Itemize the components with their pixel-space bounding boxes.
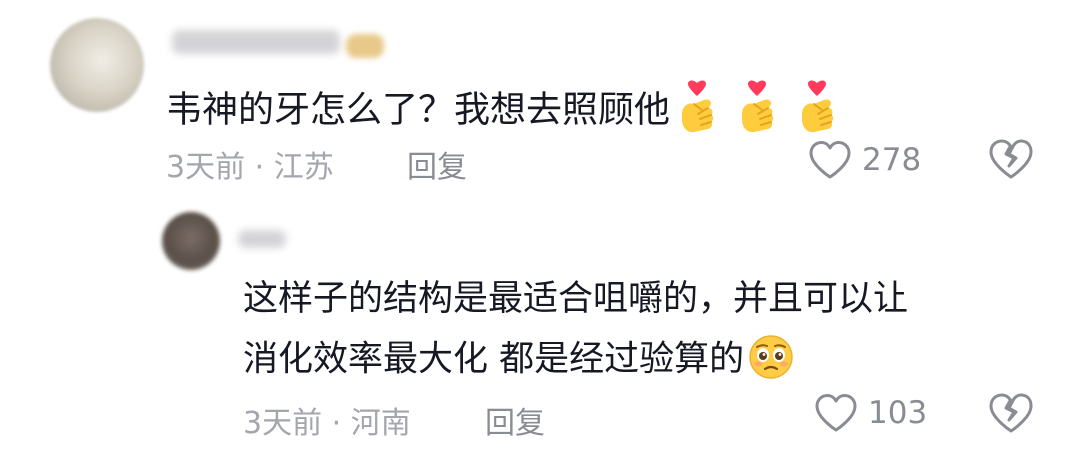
reply-dislike-button[interactable] — [988, 392, 1034, 438]
finger-heart-emoji — [794, 80, 840, 143]
comment-content: 韦神的牙怎么了？我想去照顾他 — [166, 80, 840, 143]
comment-time-location: 3天前 · 江苏 — [166, 150, 334, 185]
reply-button[interactable]: 回复 — [407, 142, 467, 186]
like-button[interactable]: 278 — [808, 140, 921, 180]
reply-avatar[interactable] — [162, 212, 220, 270]
dislike-button[interactable] — [988, 138, 1034, 184]
heart-outline-icon — [809, 141, 851, 179]
reply-reply-button[interactable]: 回复 — [485, 398, 545, 442]
pleading-face-emoji — [748, 334, 794, 387]
reply-text-line1: 这样子的结构是最适合咀嚼的，并且可以让 — [243, 279, 909, 319]
finger-heart-emoji — [674, 80, 720, 143]
reply-text-line2-wrap: 消化效率最大化 都是经过验算的 — [243, 334, 794, 387]
reply-like-count: 103 — [868, 395, 928, 431]
reply-username-blurred[interactable] — [238, 230, 286, 248]
reply-time-location: 3天前 · 河南 — [243, 406, 411, 441]
like-count: 278 — [862, 142, 922, 178]
heart-outline-icon — [815, 394, 857, 432]
broken-heart-icon — [989, 139, 1033, 179]
broken-heart-icon — [989, 393, 1033, 433]
finger-heart-emoji — [734, 80, 780, 143]
user-badge — [346, 34, 384, 58]
username-blurred[interactable] — [172, 30, 340, 54]
avatar[interactable] — [50, 18, 144, 112]
comment-text: 韦神的牙怎么了？我想去照顾他 — [166, 89, 671, 131]
reply-text-line2: 消化效率最大化 都是经过验算的 — [243, 339, 745, 380]
reply-like-button[interactable]: 103 — [814, 393, 927, 433]
